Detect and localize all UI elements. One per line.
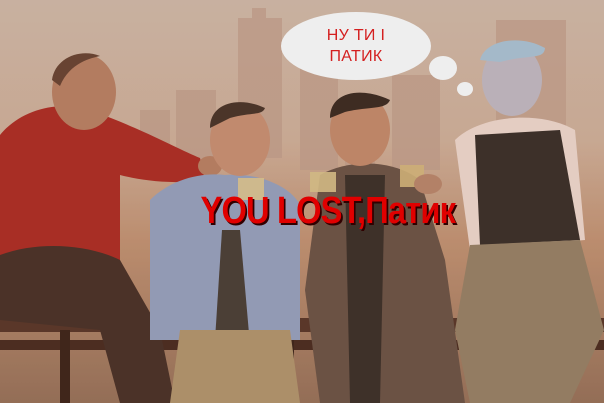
meme-photo: НУ ТИ І ПАТИК YOU LOST,Патик	[0, 0, 604, 403]
thought-bubble-text: НУ ТИ І ПАТИК	[280, 25, 432, 67]
thought-line-2: ПАТИК	[329, 48, 383, 65]
thought-line-1: НУ ТИ І	[326, 27, 386, 44]
meme-caption: YOU LOST,Патик	[200, 190, 456, 232]
thought-bubble: НУ ТИ І ПАТИК	[280, 12, 473, 96]
